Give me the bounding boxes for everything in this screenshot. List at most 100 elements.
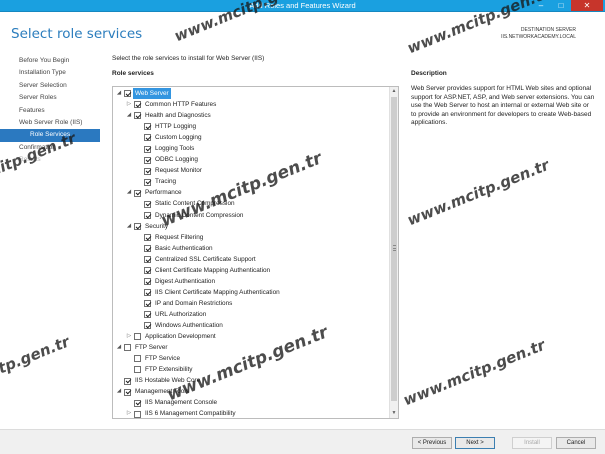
tree-item-checkbox[interactable]	[124, 90, 131, 98]
tree-item[interactable]: IIS Client Certificate Mapping Authentic…	[113, 287, 391, 298]
collapse-arrow-icon[interactable]: ▷	[125, 99, 133, 110]
nav-item-features[interactable]: Features	[0, 105, 100, 117]
tree-item-label: Centralized SSL Certificate Support	[155, 255, 256, 263]
expand-arrow-icon[interactable]: ◢	[125, 110, 133, 121]
nav-item-server-roles[interactable]: Server Roles	[0, 92, 100, 104]
tree-item-checkbox[interactable]	[134, 189, 141, 197]
scroll-down-icon[interactable]: ▼	[390, 409, 398, 418]
tree-item[interactable]: Logging Tools	[113, 143, 391, 154]
maximize-button[interactable]: □	[551, 0, 571, 11]
tree-item-checkbox[interactable]	[134, 399, 141, 407]
destination-server: DESTINATION SERVER IIS.NETWORKACADEMY.LO…	[501, 27, 576, 41]
description-text: Web Server provides support for HTML Web…	[411, 85, 595, 126]
collapse-arrow-icon[interactable]: ▷	[125, 408, 133, 418]
tree-item[interactable]: ▷ IIS 6 Management Compatibility	[113, 408, 391, 418]
tree-item[interactable]: Static Content Compression	[113, 198, 391, 209]
tree-item[interactable]: ▷ Common HTTP Features	[113, 99, 391, 110]
previous-button[interactable]: < Previous	[412, 437, 452, 449]
tree-item-checkbox[interactable]	[134, 333, 141, 341]
tree-item[interactable]: Client Certificate Mapping Authenticatio…	[113, 265, 391, 276]
tree-item-checkbox[interactable]	[134, 410, 141, 418]
tree-item-checkbox[interactable]	[144, 278, 151, 286]
tree-item-checkbox[interactable]	[144, 233, 151, 241]
expand-arrow-icon[interactable]: ◢	[115, 386, 123, 397]
tree-item-checkbox[interactable]	[144, 300, 151, 308]
nav-item-server-selection[interactable]: Server Selection	[0, 80, 100, 92]
expand-arrow-icon[interactable]: ◢	[125, 187, 133, 198]
tree-item-label: HTTP Logging	[155, 123, 197, 131]
tree-item[interactable]: Request Filtering	[113, 232, 391, 243]
tree-item-label: IIS Client Certificate Mapping Authentic…	[155, 288, 280, 296]
watermark: itp.gen.tr	[0, 332, 73, 380]
tree-item-checkbox[interactable]	[144, 244, 151, 252]
tree-item-checkbox[interactable]	[134, 355, 141, 363]
tree-item-checkbox[interactable]	[144, 256, 151, 263]
tree-item-checkbox[interactable]	[144, 178, 151, 186]
tree-item-label: Logging Tools	[155, 145, 195, 153]
tree-item-checkbox[interactable]	[144, 311, 151, 319]
tree-item-checkbox[interactable]	[124, 344, 131, 352]
tree-scrollbar[interactable]: ▲ ▼	[389, 87, 398, 418]
tree-item-label: URL Authorization	[155, 310, 207, 318]
tree-item[interactable]: ◢ Management Tools	[113, 386, 391, 397]
tree-item[interactable]: ◢ Health and Diagnostics	[113, 110, 391, 121]
nav-item-installation-type[interactable]: Installation Type	[0, 67, 100, 79]
tree-item-label: Health and Diagnostics	[145, 112, 211, 120]
tree-item-checkbox[interactable]	[144, 156, 151, 164]
scroll-thumb[interactable]	[391, 97, 397, 401]
tree-item-checkbox[interactable]	[134, 101, 141, 109]
nav-item-web-server-role[interactable]: Web Server Role (IIS)	[0, 117, 100, 129]
tree-item[interactable]: Basic Authentication	[113, 243, 391, 254]
tree-item[interactable]: IP and Domain Restrictions	[113, 298, 391, 309]
tree-item[interactable]: ◢ Security	[113, 221, 391, 232]
close-button[interactable]: ✕	[571, 0, 603, 11]
tree-item-checkbox[interactable]	[124, 377, 131, 385]
tree-item[interactable]: Windows Authentication	[113, 320, 391, 331]
tree-item[interactable]: URL Authorization	[113, 309, 391, 320]
grip-icon	[392, 245, 396, 251]
collapse-arrow-icon[interactable]: ▷	[125, 331, 133, 342]
expand-arrow-icon[interactable]: ◢	[115, 342, 123, 353]
install-button: Install	[512, 437, 552, 449]
tree-item[interactable]: ▷ Application Development	[113, 331, 391, 342]
tree-item[interactable]: IIS Hostable Web Core	[113, 375, 391, 386]
scroll-up-icon[interactable]: ▲	[390, 87, 398, 96]
tree-item-checkbox[interactable]	[144, 322, 151, 330]
tree-item[interactable]: HTTP Logging	[113, 121, 391, 132]
tree-item[interactable]: ◢ Web Server	[113, 88, 391, 99]
tree-item-checkbox[interactable]	[134, 112, 141, 120]
tree-item-label: Performance	[145, 189, 182, 197]
tree-item-checkbox[interactable]	[124, 388, 131, 396]
tree-item-label: ODBC Logging	[155, 156, 198, 164]
tree-item-checkbox[interactable]	[144, 123, 151, 131]
tree-item[interactable]: Centralized SSL Certificate Support	[113, 254, 391, 265]
tree-item-checkbox[interactable]	[144, 145, 151, 153]
tree-item-label: IP and Domain Restrictions	[155, 299, 233, 307]
tree-item-checkbox[interactable]	[144, 200, 151, 208]
tree-item-checkbox[interactable]	[144, 167, 151, 175]
tree-item-label: Client Certificate Mapping Authenticatio…	[155, 266, 271, 274]
expand-arrow-icon[interactable]: ◢	[115, 88, 123, 99]
tree-item[interactable]: Dynamic Content Compression	[113, 210, 391, 221]
tree-item[interactable]: ODBC Logging	[113, 154, 391, 165]
tree-item[interactable]: Digest Authentication	[113, 276, 391, 287]
tree-item-checkbox[interactable]	[144, 289, 151, 297]
tree-item-label: Application Development	[145, 333, 216, 341]
expand-arrow-icon[interactable]: ◢	[125, 221, 133, 232]
nav-item-before-you-begin[interactable]: Before You Begin	[0, 55, 100, 67]
tree-item-checkbox[interactable]	[144, 211, 151, 219]
tree-item-checkbox[interactable]	[134, 222, 141, 230]
destination-label: DESTINATION SERVER	[520, 27, 576, 33]
tree-item-label: Request Filtering	[155, 233, 204, 241]
next-button[interactable]: Next >	[455, 437, 495, 449]
instruction-text: Select the role services to install for …	[112, 55, 265, 62]
cancel-button[interactable]: Cancel	[556, 437, 596, 449]
tree-item[interactable]: Custom Logging	[113, 132, 391, 143]
tree-item-checkbox[interactable]	[134, 366, 141, 374]
tree-item-label: Request Monitor	[155, 167, 202, 175]
tree-item[interactable]: IIS Management Console	[113, 397, 391, 408]
tree-item-label: FTP Extensibility	[145, 366, 193, 374]
tree-item-checkbox[interactable]	[144, 134, 151, 142]
tree-item-label: Custom Logging	[155, 134, 202, 142]
tree-item-checkbox[interactable]	[144, 267, 151, 275]
